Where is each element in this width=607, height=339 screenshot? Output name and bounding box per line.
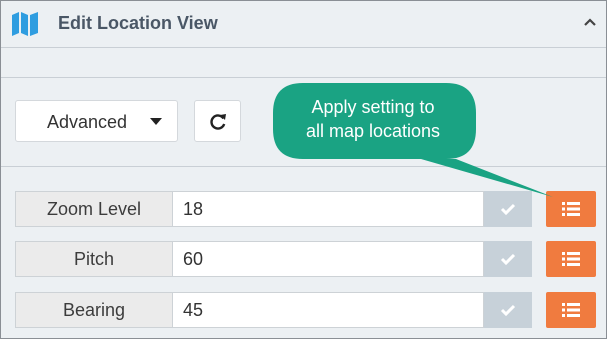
section-divider xyxy=(1,77,606,78)
bearing-input[interactable] xyxy=(172,292,484,328)
mode-dropdown-value: Advanced xyxy=(47,112,128,132)
list-icon xyxy=(562,252,580,266)
mode-dropdown[interactable]: Advanced xyxy=(15,100,178,142)
edit-location-view-panel: Edit Location View Advanced Zoom Level 1… xyxy=(0,0,607,339)
refresh-icon xyxy=(210,114,226,130)
list-icon xyxy=(562,202,580,216)
list-icon xyxy=(562,303,580,317)
check-icon xyxy=(500,253,516,266)
apply-to-all-button[interactable] xyxy=(546,241,596,277)
callout-line: all map locations xyxy=(305,121,441,141)
pitch-input[interactable] xyxy=(172,241,484,277)
setting-label: Bearing xyxy=(15,292,172,328)
callout-text: Apply setting to all map locations xyxy=(273,95,473,143)
zoom-level-input[interactable] xyxy=(172,191,484,227)
check-icon xyxy=(500,304,516,317)
chevron-up-icon[interactable] xyxy=(583,17,597,27)
panel-header[interactable]: Edit Location View xyxy=(1,1,606,47)
refresh-button[interactable] xyxy=(194,100,241,142)
caret-down-icon xyxy=(150,118,162,125)
setting-label: Zoom Level xyxy=(15,191,172,227)
confirm-button[interactable] xyxy=(484,292,532,328)
callout-line: Apply setting to xyxy=(311,97,435,117)
apply-to-all-button[interactable] xyxy=(546,191,596,227)
callout-bubble xyxy=(273,83,553,197)
header-divider xyxy=(1,47,606,48)
toolbar-divider xyxy=(1,166,606,167)
check-icon xyxy=(500,203,516,216)
setting-label: Pitch xyxy=(15,241,172,277)
apply-to-all-button[interactable] xyxy=(546,292,596,328)
panel-title: Edit Location View xyxy=(58,13,218,33)
confirm-button[interactable] xyxy=(484,241,532,277)
map-icon xyxy=(12,12,38,36)
confirm-button[interactable] xyxy=(484,191,532,227)
